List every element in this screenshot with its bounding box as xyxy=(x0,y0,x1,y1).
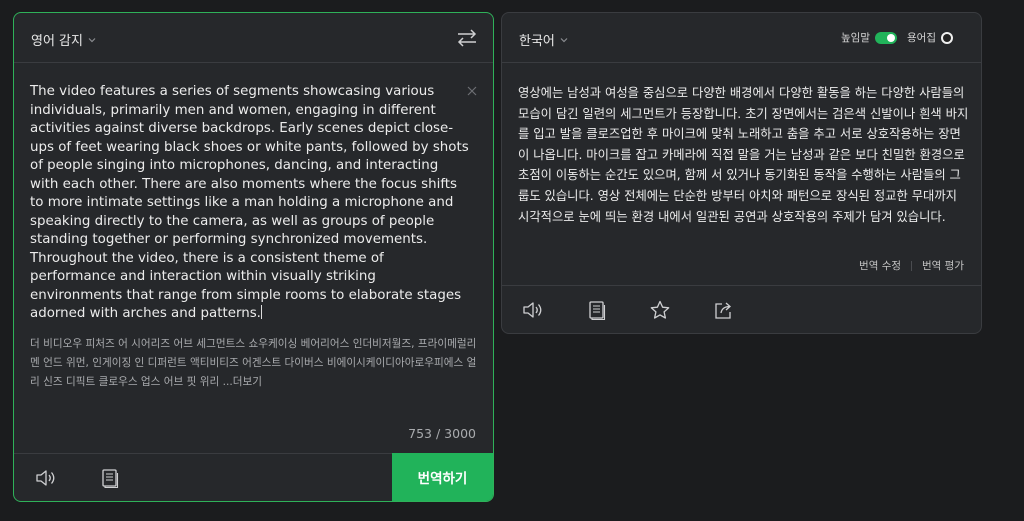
copy-icon[interactable] xyxy=(98,467,122,489)
chevron-down-icon xyxy=(86,34,98,46)
chevron-down-icon xyxy=(558,34,570,46)
character-count: 753 / 3000 xyxy=(408,426,476,441)
source-text: The video features a series of segments … xyxy=(30,84,473,321)
speaker-icon[interactable] xyxy=(521,299,545,321)
target-language-label: 한국어 xyxy=(519,34,555,49)
target-footer xyxy=(502,285,981,333)
translation-actions: 번역 수정 번역 평가 xyxy=(859,258,964,273)
glossary-toggle[interactable] xyxy=(940,31,953,44)
swap-arrows-icon[interactable] xyxy=(455,27,479,49)
honorific-toggle-group: 높임말 xyxy=(841,30,897,45)
target-header: 한국어 높임말 용어집 xyxy=(502,13,981,63)
share-icon[interactable] xyxy=(712,299,736,321)
target-panel: 한국어 높임말 용어집 영상에는 남성과 여성을 중심으로 다양한 배경에서 다… xyxy=(501,12,982,334)
translation-text: 영상에는 남성과 여성을 중심으로 다양한 배경에서 다양한 활동을 하는 다양… xyxy=(518,86,969,224)
source-panel: 영어 감지 The video features a series of seg… xyxy=(13,12,494,502)
source-language-label: 영어 감지 xyxy=(31,34,83,49)
glossary-label: 용어집 xyxy=(907,32,936,44)
edit-translation-link[interactable]: 번역 수정 xyxy=(859,258,901,273)
star-icon[interactable] xyxy=(648,299,672,321)
source-header: 영어 감지 xyxy=(14,13,493,63)
close-icon[interactable] xyxy=(465,83,479,97)
glossary-toggle-group: 용어집 xyxy=(907,30,953,45)
text-cursor xyxy=(260,305,262,319)
rate-translation-link[interactable]: 번역 평가 xyxy=(922,258,964,273)
pronunciation-more-link[interactable]: 더보기 xyxy=(233,376,262,388)
honorific-label: 높임말 xyxy=(841,32,870,44)
honorific-toggle[interactable] xyxy=(874,31,897,44)
pronunciation-text: 더 비디오우 피처즈 어 시어리즈 어브 세그먼트스 쇼우케이싱 베어리어스 인… xyxy=(30,335,486,392)
source-text-input[interactable]: The video features a series of segments … xyxy=(30,83,470,324)
copy-icon[interactable] xyxy=(585,299,609,321)
target-language-select[interactable]: 한국어 xyxy=(519,30,570,49)
divider xyxy=(911,260,913,271)
source-language-select[interactable]: 영어 감지 xyxy=(31,30,98,49)
source-footer: 번역하기 xyxy=(14,453,493,501)
speaker-icon[interactable] xyxy=(34,467,58,489)
translate-button[interactable]: 번역하기 xyxy=(392,453,493,501)
